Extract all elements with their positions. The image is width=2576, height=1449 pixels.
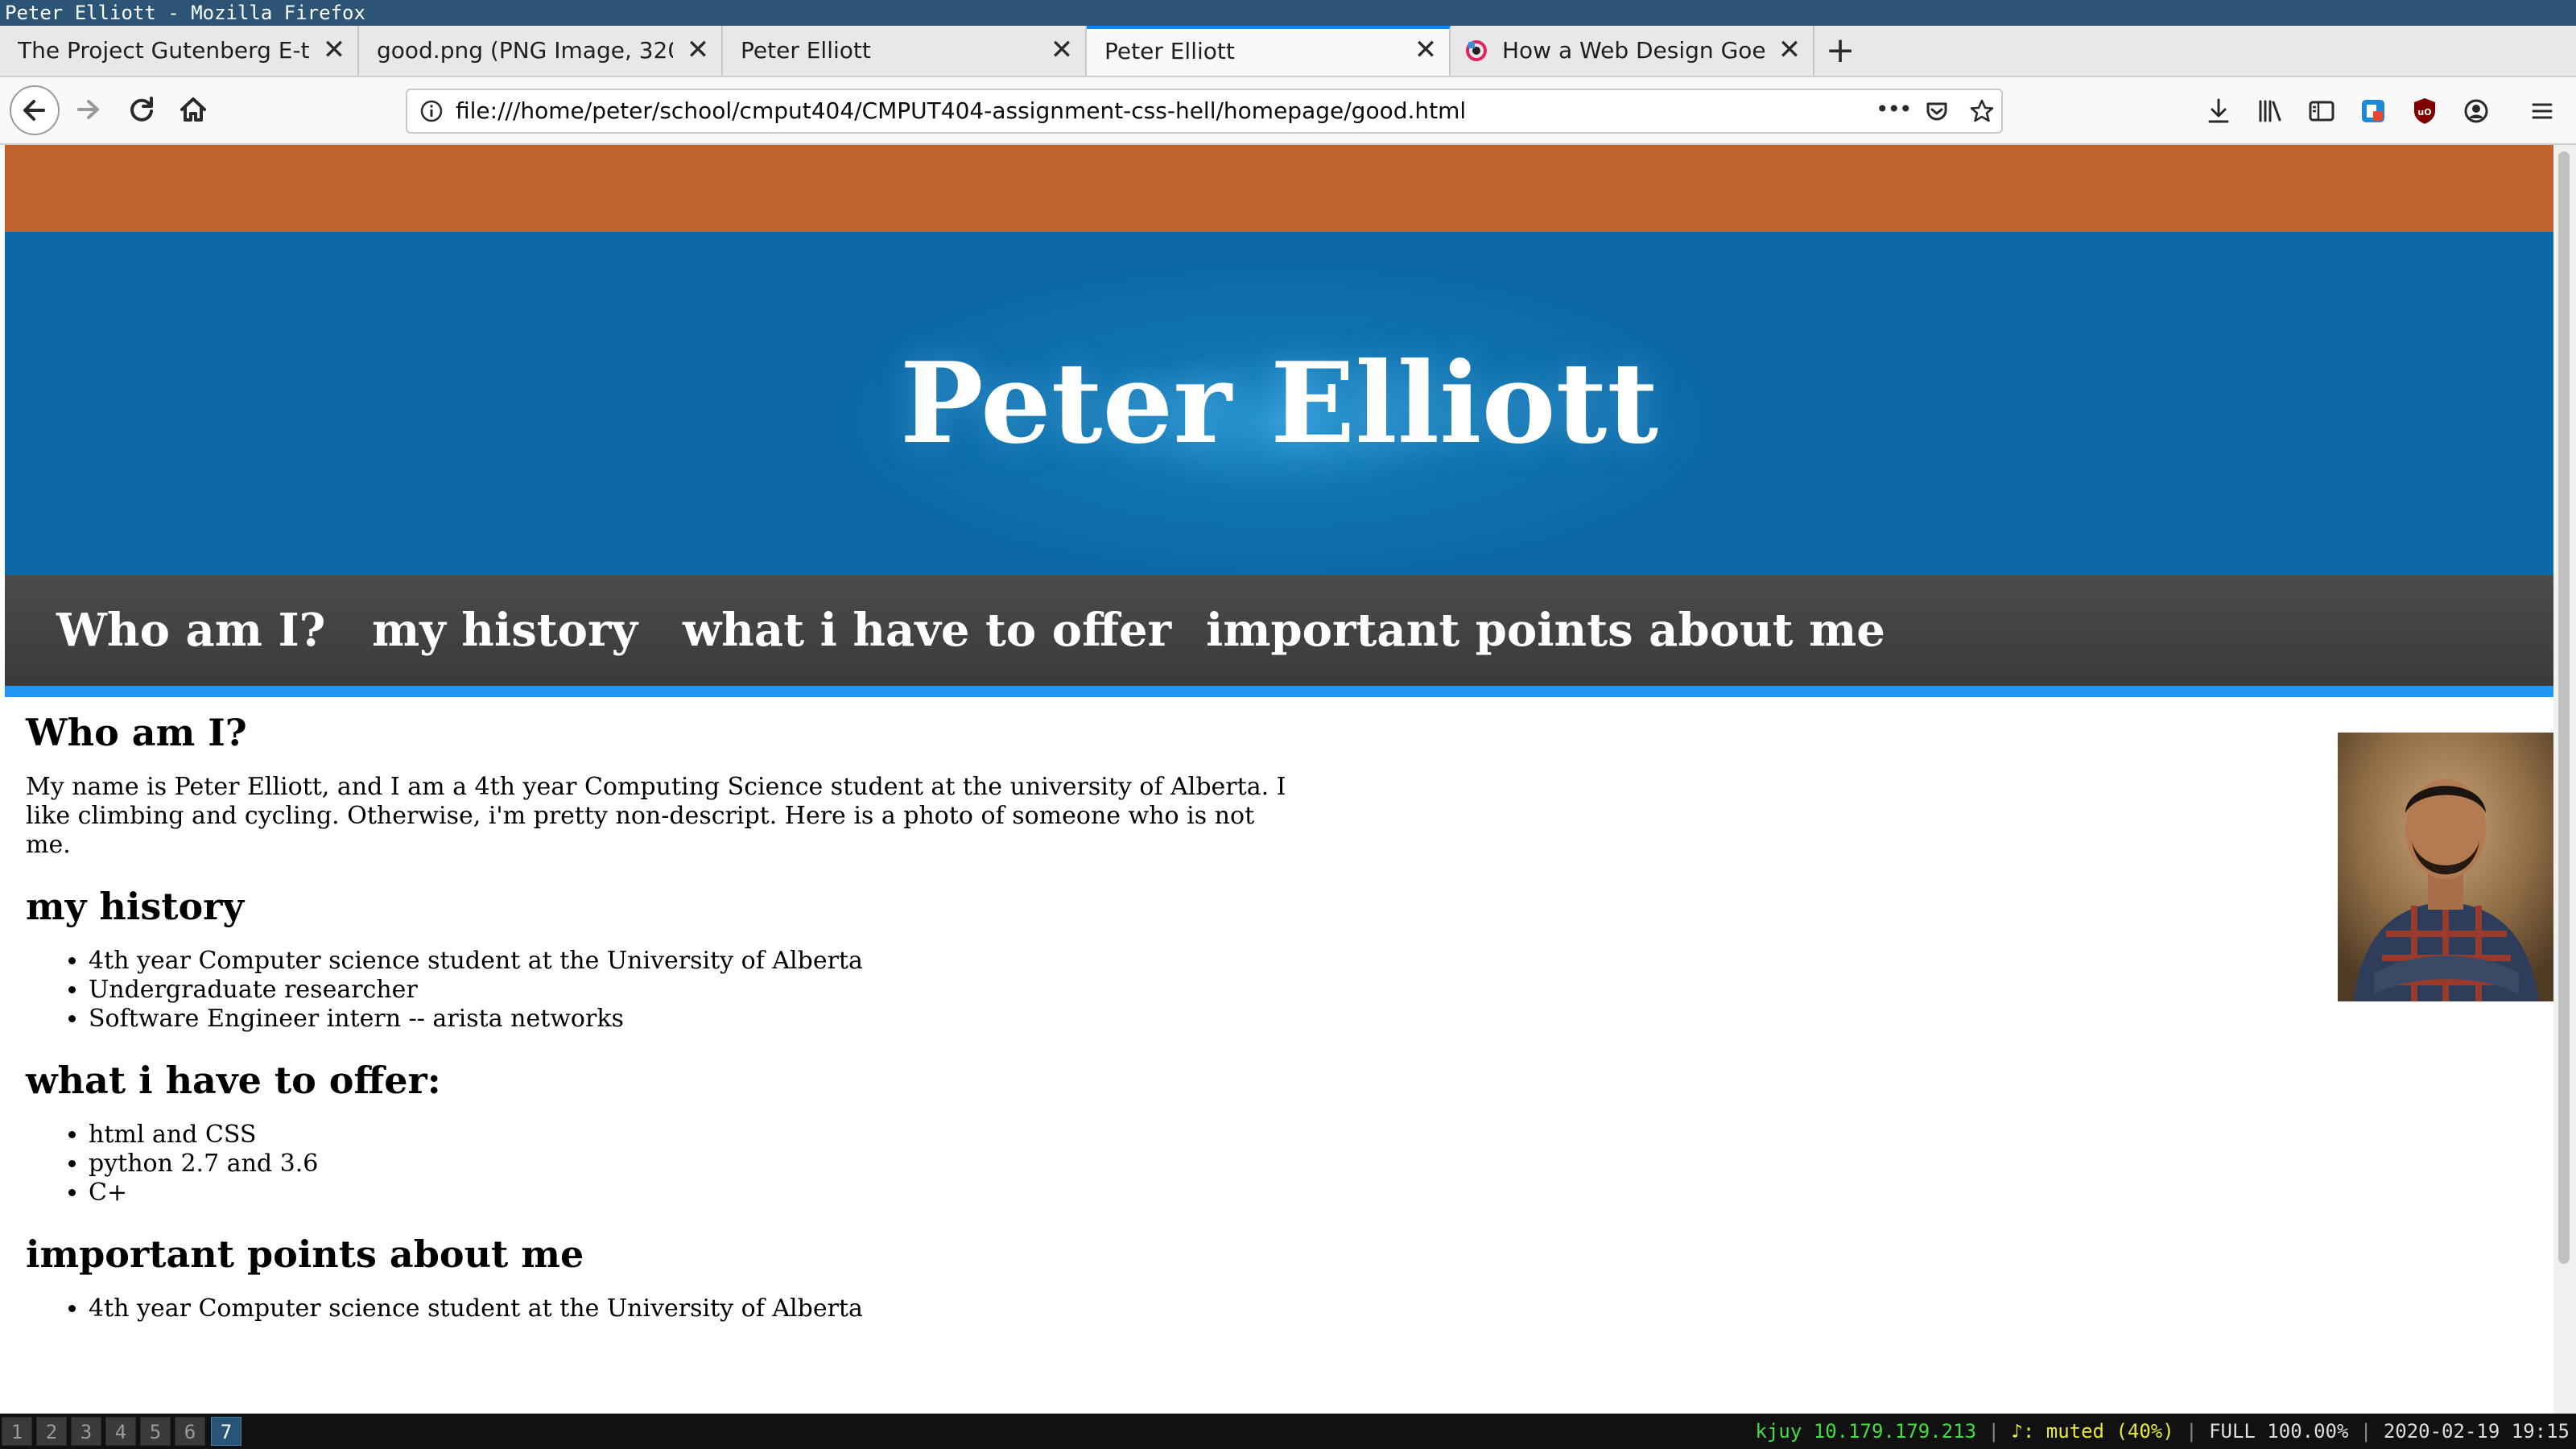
web-design-favicon-icon: [1466, 40, 1487, 61]
close-tab-icon[interactable]: ✕: [1050, 36, 1074, 64]
back-button[interactable]: [10, 85, 60, 135]
list-item: 4th year Computer science student at the…: [89, 1294, 1314, 1323]
tab-web-design[interactable]: How a Web Design Goes ✕: [1451, 26, 1814, 76]
tab-peter-elliott[interactable]: Peter Elliott ✕: [723, 26, 1087, 76]
home-icon: [180, 97, 206, 122]
workspace-button[interactable]: 2: [36, 1417, 67, 1446]
desktop-status-bar: 1 2 3 4 5 6 7 kjuy 10.179.179.213 | ♪: m…: [0, 1414, 2576, 1449]
page-content: Who am I? My name is Peter Elliott, and …: [26, 686, 1314, 1323]
list-item: C+: [89, 1179, 1314, 1208]
hero-name-heading: Peter Elliott: [899, 337, 1659, 469]
page-actions-icon[interactable]: •••: [1876, 95, 1913, 124]
new-tab-button[interactable]: +: [1816, 26, 1864, 76]
tab-gutenberg[interactable]: The Project Gutenberg E-tex ✕: [0, 26, 359, 76]
menu-link-who-am-i[interactable]: Who am I?: [56, 575, 326, 686]
network-status: kjuy 10.179.179.213: [1755, 1420, 1977, 1443]
close-tab-icon[interactable]: ✕: [1414, 36, 1438, 64]
close-tab-icon[interactable]: ✕: [686, 36, 710, 64]
section-heading-points: important points about me: [26, 1232, 584, 1276]
info-icon[interactable]: [417, 97, 446, 126]
section-heading-who: Who am I?: [26, 711, 247, 754]
back-arrow-icon: [23, 100, 45, 121]
download-icon[interactable]: [2202, 95, 2235, 127]
portrait-photo: [2338, 733, 2553, 1001]
list-item: Software Engineer intern -- arista netwo…: [89, 1005, 1314, 1034]
intro-paragraph: My name is Peter Elliott, and I am a 4th…: [26, 773, 1286, 859]
tab-good-png[interactable]: good.png (PNG Image, 3200 ✕: [359, 26, 723, 76]
status-info: kjuy 10.179.179.213 | ♪: muted (40%) | F…: [1755, 1420, 2570, 1443]
tab-label: Peter Elliott: [741, 37, 871, 64]
close-tab-icon[interactable]: ✕: [1777, 36, 1802, 64]
bookmark-star-icon[interactable]: [1967, 97, 1996, 126]
hero-banner: Peter Elliott: [5, 232, 2553, 575]
close-tab-icon[interactable]: ✕: [322, 36, 346, 64]
navigation-toolbar: file:///home/peter/school/cmput404/CMPUT…: [0, 77, 2576, 145]
menu-link-important-points[interactable]: important points about me: [1206, 575, 1885, 686]
forward-arrow-icon: [77, 100, 99, 119]
page-viewport: Peter Elliott Who am I? my history what …: [0, 145, 2576, 1414]
window-title: Peter Elliott - Mozilla Firefox: [0, 0, 2576, 26]
sidebar-icon[interactable]: [2306, 95, 2338, 127]
page-scrollbar[interactable]: [2553, 145, 2576, 1414]
web-page: Peter Elliott Who am I? my history what …: [5, 145, 2553, 1414]
list-item: python 2.7 and 3.6: [89, 1150, 1314, 1179]
page-nav-menu: Who am I? my history what i have to offe…: [5, 575, 2553, 697]
clock: 2020-02-19 19:15: [2383, 1420, 2570, 1443]
url-bar[interactable]: file:///home/peter/school/cmput404/CMPUT…: [406, 89, 2003, 134]
tab-strip: The Project Gutenberg E-tex ✕ good.png (…: [0, 26, 2576, 77]
list-item: Undergraduate researcher: [89, 976, 1314, 1005]
menu-link-what-i-offer[interactable]: what i have to offer: [683, 575, 1171, 686]
workspace-button[interactable]: 4: [105, 1417, 136, 1446]
history-list: 4th year Computer science student at the…: [26, 947, 1314, 1034]
account-icon[interactable]: [2460, 95, 2492, 127]
points-list: 4th year Computer science student at the…: [26, 1294, 1314, 1323]
ublock-icon[interactable]: uO: [2409, 95, 2441, 127]
svg-text:uO: uO: [2417, 107, 2431, 118]
audio-status: ♪: muted (40%): [2011, 1420, 2174, 1443]
container-extension-icon[interactable]: [2357, 95, 2389, 127]
tab-label: good.png (PNG Image, 3200: [377, 37, 673, 64]
library-icon[interactable]: [2254, 95, 2286, 127]
workspace-button[interactable]: 1: [2, 1417, 32, 1446]
tab-label: Peter Elliott: [1104, 38, 1235, 64]
hamburger-menu-icon[interactable]: [2526, 95, 2558, 127]
pocket-icon[interactable]: [1922, 97, 1951, 126]
workspace-button[interactable]: 3: [71, 1417, 101, 1446]
battery-status: FULL 100.00%: [2209, 1420, 2349, 1443]
tab-label: The Project Gutenberg E-tex: [18, 37, 309, 64]
reload-button[interactable]: [119, 87, 164, 132]
section-heading-offer: what i have to offer:: [26, 1059, 441, 1102]
top-accent-band: [5, 145, 2553, 232]
list-item: html and CSS: [89, 1121, 1314, 1150]
workspace-button-active[interactable]: 7: [211, 1417, 242, 1446]
tab-label: How a Web Design Goes: [1502, 37, 1765, 64]
menu-link-my-history[interactable]: my history: [372, 575, 638, 686]
offer-list: html and CSS python 2.7 and 3.6 C+: [26, 1121, 1314, 1208]
tab-peter-elliott-active[interactable]: Peter Elliott ✕: [1087, 26, 1451, 76]
reload-icon: [130, 97, 153, 122]
scrollbar-thumb[interactable]: [2558, 151, 2570, 1264]
list-item: 4th year Computer science student at the…: [89, 947, 1314, 976]
workspace-button[interactable]: 5: [140, 1417, 171, 1446]
forward-button[interactable]: [66, 87, 111, 132]
url-text[interactable]: file:///home/peter/school/cmput404/CMPUT…: [456, 90, 1466, 132]
section-heading-history: my history: [26, 885, 245, 928]
workspace-button[interactable]: 6: [175, 1417, 205, 1446]
home-button[interactable]: [171, 87, 216, 132]
